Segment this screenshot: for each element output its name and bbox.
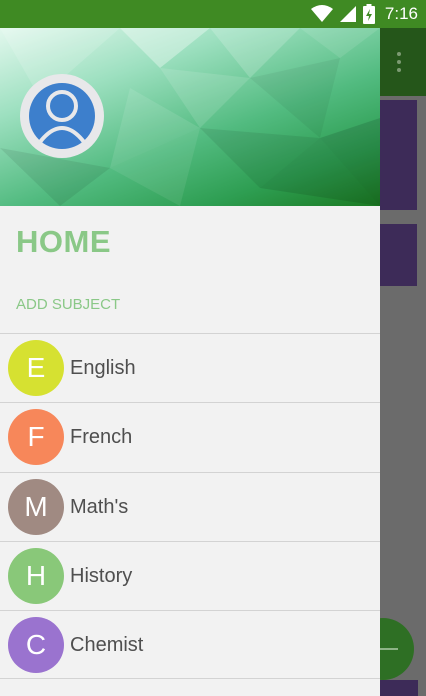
- subject-name: Chemist: [70, 634, 144, 656]
- status-bar: 7:16: [0, 0, 426, 28]
- list-item[interactable]: C Chemist: [0, 610, 380, 680]
- subject-avatar: F: [8, 409, 64, 466]
- list-item[interactable]: E English: [0, 333, 380, 402]
- list-item[interactable]: F French: [0, 402, 380, 471]
- subject-avatar: C: [8, 617, 64, 673]
- status-icons: 7:16: [310, 0, 418, 28]
- subject-list: E English F French M Math's H History C …: [0, 333, 380, 680]
- user-icon: [29, 83, 95, 149]
- list-item[interactable]: H History: [0, 540, 380, 610]
- list-item[interactable]: M Math's: [0, 471, 380, 541]
- drawer-header: [0, 28, 380, 206]
- home-title[interactable]: HOME: [16, 224, 111, 260]
- profile-avatar[interactable]: [20, 74, 104, 158]
- subject-avatar: E: [8, 340, 64, 396]
- subject-name: French: [70, 426, 133, 449]
- signal-icon: [339, 6, 356, 22]
- subject-avatar: M: [8, 478, 64, 535]
- subject-name: English: [70, 357, 136, 379]
- wifi-icon: [310, 5, 333, 22]
- status-time: 7:16: [384, 4, 418, 23]
- background-card: [378, 680, 418, 696]
- overflow-menu-icon[interactable]: [392, 50, 406, 74]
- battery-icon: [362, 4, 375, 24]
- subject-avatar: H: [8, 547, 64, 604]
- subject-name: History: [70, 564, 133, 587]
- subject-name: Math's: [70, 495, 129, 518]
- navigation-drawer: HOME ADD SUBJECT E English F French M Ma…: [0, 28, 380, 696]
- add-subject-button[interactable]: ADD SUBJECT: [16, 296, 120, 313]
